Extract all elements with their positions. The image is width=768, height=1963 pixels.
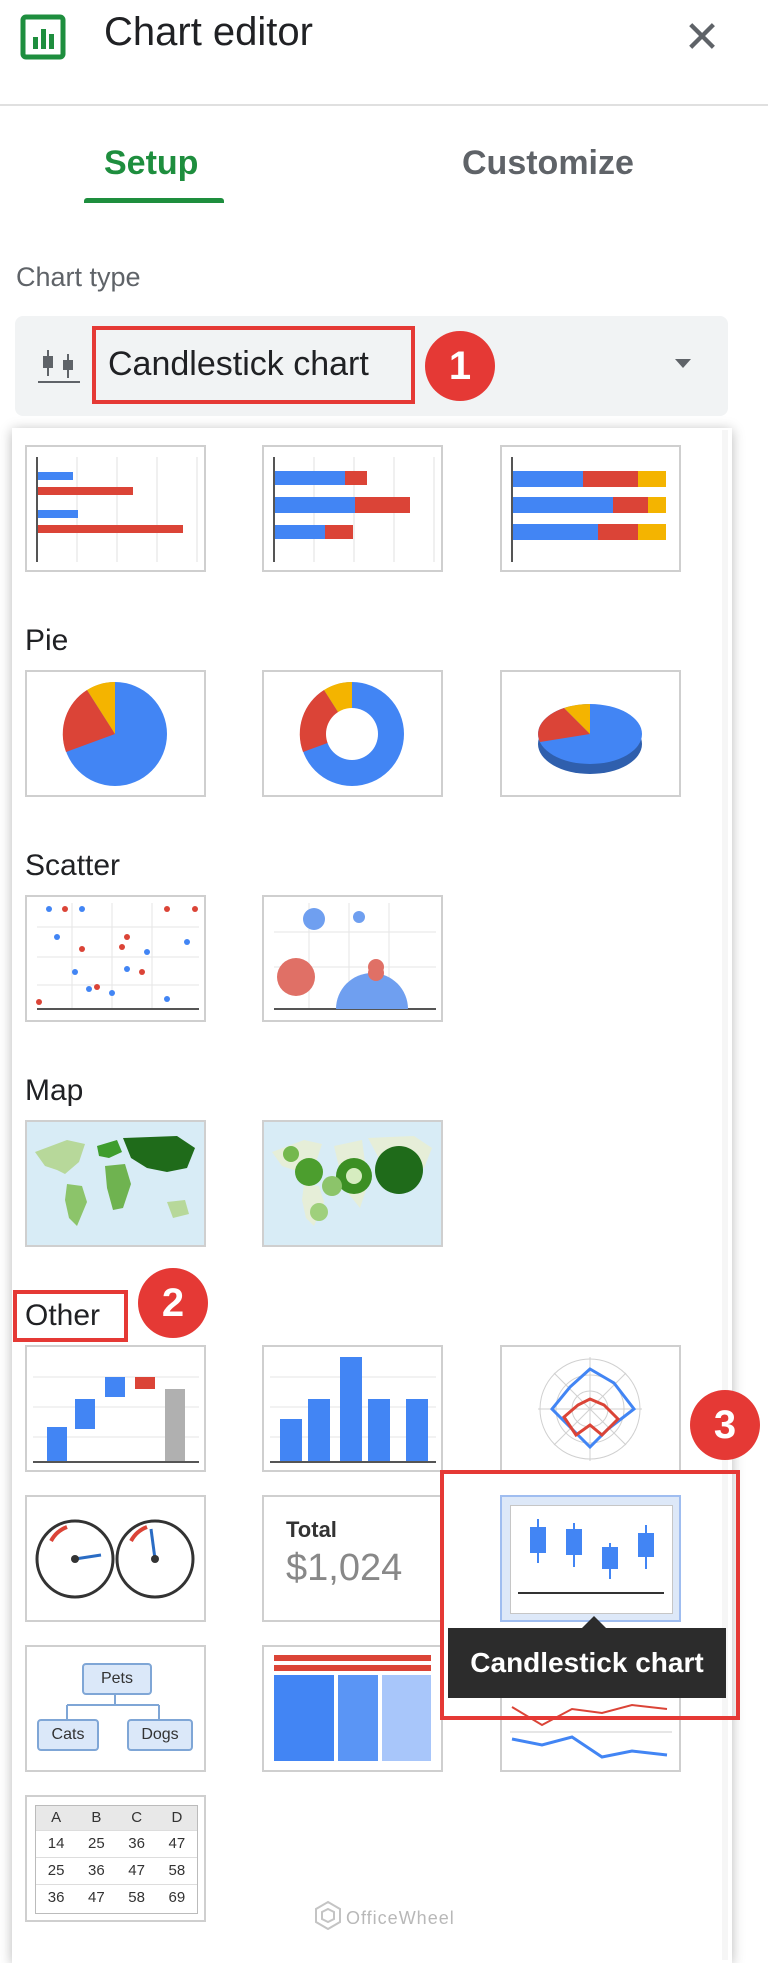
chart-option-3d-pie[interactable]: [500, 670, 681, 797]
highlight-box-2: [13, 1290, 128, 1342]
chart-type-label: Chart type: [16, 262, 141, 292]
table-cell: 47: [168, 1835, 186, 1852]
table-cell: 36: [47, 1889, 65, 1906]
table-cell: 47: [128, 1862, 145, 1879]
step-badge-2: 2: [138, 1268, 208, 1338]
section-map-label: Map: [25, 1074, 84, 1107]
dropdown-arrow-icon[interactable]: [670, 350, 696, 376]
watermark-text: OfficeWheel: [346, 1908, 455, 1928]
chart-option-treemap[interactable]: [262, 1645, 443, 1772]
table-cell: 69: [168, 1889, 186, 1906]
table-col-c: C: [131, 1809, 143, 1826]
tab-setup[interactable]: Setup: [104, 144, 198, 183]
table-col-d: D: [171, 1809, 183, 1826]
chart-option-doughnut[interactable]: [262, 670, 443, 797]
highlight-box-3: [440, 1470, 740, 1720]
org-node-right: Dogs: [127, 1719, 193, 1751]
table-cell: 36: [88, 1862, 105, 1879]
highlight-box-1: [92, 326, 415, 404]
chart-option-stacked-bar[interactable]: [262, 445, 443, 572]
table-cell: 47: [88, 1889, 105, 1906]
chart-option-geo-bubble[interactable]: [262, 1120, 443, 1247]
chart-option-bar[interactable]: [25, 445, 206, 572]
chart-option-bubble[interactable]: [262, 895, 443, 1022]
close-icon[interactable]: ✕: [674, 14, 730, 62]
menu-scrollbar[interactable]: [722, 430, 728, 1960]
chart-editor-title: Chart editor: [104, 10, 313, 54]
chart-option-radar[interactable]: [500, 1345, 681, 1472]
section-pie-label: Pie: [25, 624, 69, 657]
table-col-a: A: [51, 1809, 62, 1826]
table-cell: 25: [88, 1835, 105, 1852]
chart-option-gauge[interactable]: [25, 1495, 206, 1622]
chart-option-org-chart[interactable]: Pets Cats Dogs: [25, 1645, 206, 1772]
table-col-b: B: [91, 1809, 102, 1826]
chart-option-waterfall[interactable]: [25, 1345, 206, 1472]
chart-option-geo-chart[interactable]: [25, 1120, 206, 1247]
step-badge-1: 1: [425, 331, 495, 401]
section-scatter-label: Scatter: [25, 849, 121, 882]
chart-option-pie[interactable]: [25, 670, 206, 797]
chart-option-table[interactable]: A B C D 14 25 36 47 25 36 47 58 36 47 58…: [25, 1795, 206, 1922]
tab-customize[interactable]: Customize: [462, 144, 634, 183]
sheets-chart-icon: [20, 14, 66, 60]
active-tab-indicator: [84, 198, 224, 203]
header-divider: [0, 104, 768, 106]
chart-option-scatter[interactable]: [25, 895, 206, 1022]
step-badge-3: 3: [690, 1390, 760, 1460]
org-node-left: Cats: [37, 1719, 99, 1751]
chart-option-scorecard[interactable]: Total $1,024: [262, 1495, 443, 1622]
table-cell: 58: [168, 1862, 186, 1879]
scorecard-title: Total: [286, 1517, 337, 1542]
table-cell: 25: [47, 1862, 65, 1879]
chart-option-histogram[interactable]: [262, 1345, 443, 1472]
table-cell: 14: [47, 1835, 65, 1852]
table-cell: 58: [128, 1889, 145, 1906]
org-node-top: Pets: [82, 1663, 152, 1695]
scorecard-value: $1,024: [286, 1547, 403, 1589]
chart-option-100-stacked-bar[interactable]: [500, 445, 681, 572]
watermark-logo-icon: [314, 1900, 342, 1931]
table-cell: 36: [128, 1835, 145, 1852]
candlestick-icon: [36, 346, 82, 386]
